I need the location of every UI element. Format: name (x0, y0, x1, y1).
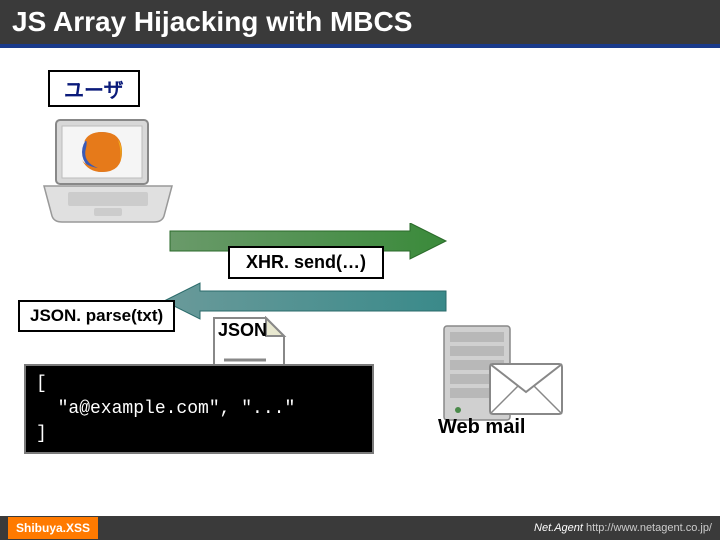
footer-left-badge: Shibuya.XSS (8, 517, 98, 539)
json-doc-label: JSON (218, 320, 267, 341)
json-parse-label: JSON. parse(txt) (18, 300, 175, 332)
slide-content: ユーザ (0, 48, 720, 488)
webmail-label: Web mail (438, 416, 525, 439)
xhr-send-label: XHR. send(…) (228, 246, 384, 279)
slide-title: JS Array Hijacking with MBCS (0, 0, 720, 48)
user-label: ユーザ (48, 70, 140, 107)
footer: Shibuya.XSS Net.Agent http://www.netagen… (0, 516, 720, 540)
json-code-block: [ "a@example.com", "..." ] (24, 364, 374, 454)
laptop-icon (38, 118, 178, 238)
footer-right-credit: Net.Agent http://www.netagent.co.jp/ (534, 522, 712, 534)
